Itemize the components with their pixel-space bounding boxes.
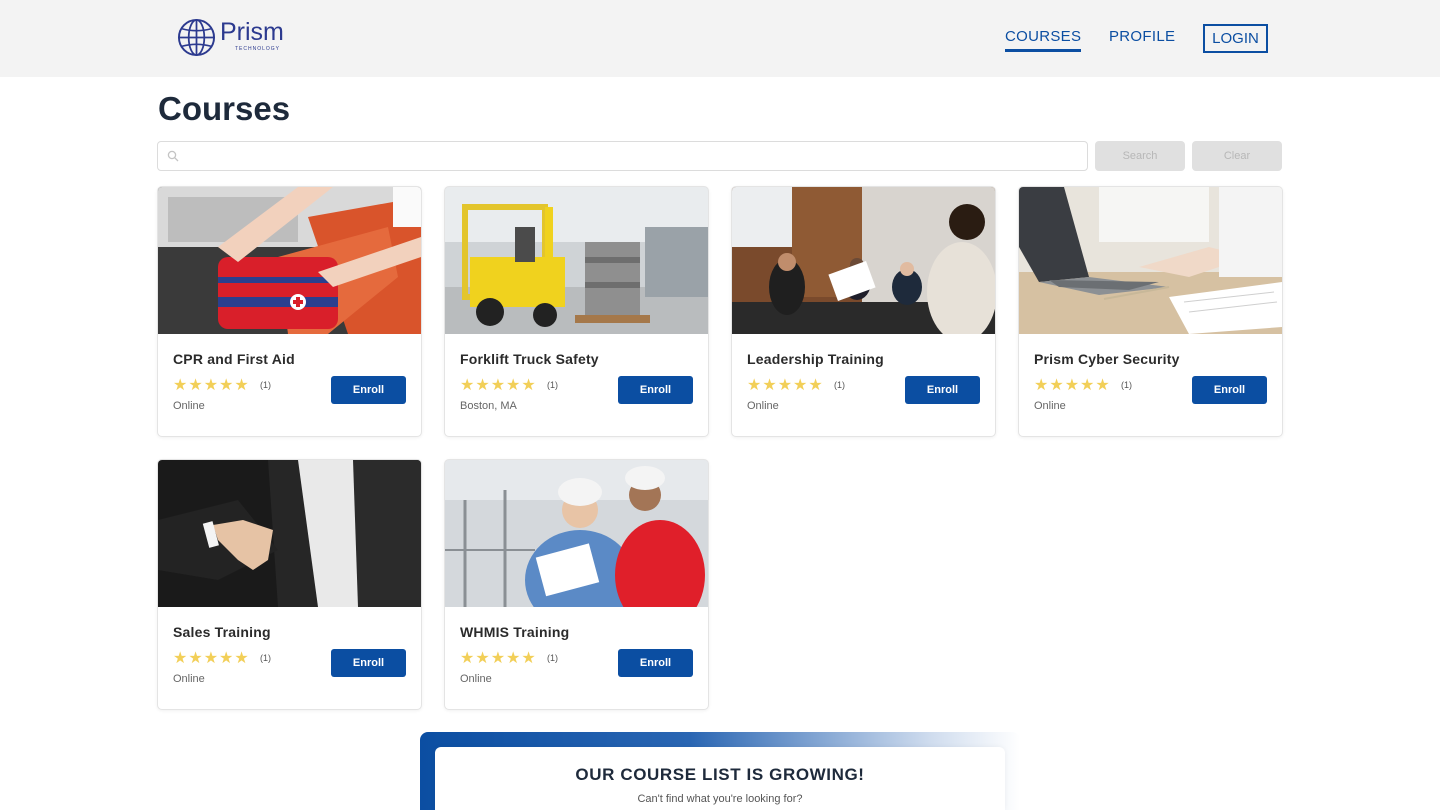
star-icon: ★: [1034, 377, 1049, 394]
course-card-whmis[interactable]: WHMIS Training ★ ★ ★ ★ ★ (1) Online Enroll: [444, 459, 709, 710]
clear-button[interactable]: Clear: [1192, 141, 1282, 171]
brand-name: Prism: [220, 18, 284, 46]
course-image-sales[interactable]: [158, 460, 421, 607]
nav-courses[interactable]: COURSES: [1005, 28, 1082, 52]
course-location: Online: [1034, 400, 1066, 412]
star-icon: ★: [490, 650, 506, 667]
course-location: Online: [173, 400, 205, 412]
enroll-button[interactable]: Enroll: [331, 649, 406, 677]
star-icon: ★: [475, 650, 490, 667]
rating-stars: ★ ★ ★ ★ ★: [747, 378, 824, 394]
search-button[interactable]: Search: [1095, 141, 1185, 171]
star-icon: ★: [506, 650, 521, 667]
rating-stars: ★ ★ ★ ★ ★: [173, 378, 250, 394]
star-icon: ★: [1080, 377, 1095, 394]
brand-tagline: TECHNOLOGY: [235, 46, 281, 52]
star-icon: ★: [521, 377, 536, 394]
rating-count: (1): [1121, 380, 1132, 390]
rating-count: (1): [834, 380, 845, 390]
star-icon: ★: [203, 377, 219, 394]
course-title: CPR and First Aid: [173, 351, 295, 367]
star-icon: ★: [777, 377, 793, 394]
star-icon: ★: [234, 377, 249, 394]
star-icon: ★: [762, 377, 777, 394]
growing-banner: OUR COURSE LIST IS GROWING! Can't find w…: [435, 747, 1005, 810]
course-location: Boston, MA: [460, 400, 517, 412]
star-icon: ★: [219, 377, 234, 394]
rating-count: (1): [260, 653, 271, 663]
brand-logo[interactable]: Prism TECHNOLOGY: [177, 18, 284, 57]
nav-profile[interactable]: PROFILE: [1109, 28, 1175, 45]
banner-title: OUR COURSE LIST IS GROWING!: [575, 765, 865, 784]
star-icon: ★: [506, 377, 521, 394]
globe-icon: [177, 18, 216, 57]
course-image-leadership[interactable]: [732, 187, 995, 334]
course-location: Online: [460, 673, 492, 685]
enroll-button[interactable]: Enroll: [618, 376, 693, 404]
course-location: Online: [173, 673, 205, 685]
course-image-cyber[interactable]: [1019, 187, 1282, 334]
course-image-forklift[interactable]: [445, 187, 708, 334]
star-icon: ★: [793, 377, 808, 394]
star-icon: ★: [1095, 377, 1110, 394]
rating-count: (1): [547, 380, 558, 390]
star-icon: ★: [460, 377, 475, 394]
course-title: Sales Training: [173, 624, 271, 640]
search-icon: [167, 150, 179, 162]
navbar: Prism TECHNOLOGY COURSES PROFILE LOGIN: [0, 0, 1440, 77]
login-button[interactable]: LOGIN: [1203, 24, 1268, 53]
search-input[interactable]: [184, 142, 1079, 170]
star-icon: ★: [188, 650, 203, 667]
star-icon: ★: [808, 377, 823, 394]
star-icon: ★: [521, 650, 536, 667]
course-image-whmis[interactable]: [445, 460, 708, 607]
star-icon: ★: [747, 377, 762, 394]
rating-count: (1): [547, 653, 558, 663]
course-title: WHMIS Training: [460, 624, 570, 640]
search-field[interactable]: [157, 141, 1088, 171]
course-location: Online: [747, 400, 779, 412]
course-card-sales[interactable]: Sales Training ★ ★ ★ ★ ★ (1) Online Enroll: [157, 459, 422, 710]
enroll-button[interactable]: Enroll: [618, 649, 693, 677]
course-image-cpr[interactable]: [158, 187, 421, 334]
star-icon: ★: [173, 650, 188, 667]
rating-count: (1): [260, 380, 271, 390]
enroll-button[interactable]: Enroll: [1192, 376, 1267, 404]
star-icon: ★: [460, 650, 475, 667]
course-card-leadership[interactable]: Leadership Training ★ ★ ★ ★ ★ (1) Online Enr…: [731, 186, 996, 437]
enroll-button[interactable]: Enroll: [331, 376, 406, 404]
star-icon: ★: [475, 377, 490, 394]
enroll-button[interactable]: Enroll: [905, 376, 980, 404]
course-title: Forklift Truck Safety: [460, 351, 599, 367]
course-title: Leadership Training: [747, 351, 884, 367]
star-icon: ★: [219, 650, 234, 667]
star-icon: ★: [188, 377, 203, 394]
rating-stars: ★ ★ ★ ★ ★: [460, 651, 537, 667]
rating-stars: ★ ★ ★ ★ ★: [460, 378, 537, 394]
rating-stars: ★ ★ ★ ★ ★: [173, 651, 250, 667]
star-icon: ★: [234, 650, 249, 667]
course-card-cpr[interactable]: CPR and First Aid ★ ★ ★ ★ ★ (1) Online Enrol…: [157, 186, 422, 437]
course-card-forklift[interactable]: Forklift Truck Safety ★ ★ ★ ★ ★ (1) Boston, …: [444, 186, 709, 437]
star-icon: ★: [203, 650, 219, 667]
page-title: Courses: [158, 90, 291, 127]
course-card-cyber[interactable]: Prism Cyber Security ★ ★ ★ ★ ★ (1) Online En…: [1018, 186, 1283, 437]
star-icon: ★: [490, 377, 506, 394]
rating-stars: ★ ★ ★ ★ ★: [1034, 378, 1111, 394]
banner-subtitle: Can't find what you're looking for?: [637, 793, 803, 805]
star-icon: ★: [173, 377, 188, 394]
course-title: Prism Cyber Security: [1034, 351, 1180, 367]
star-icon: ★: [1064, 377, 1080, 394]
star-icon: ★: [1049, 377, 1064, 394]
